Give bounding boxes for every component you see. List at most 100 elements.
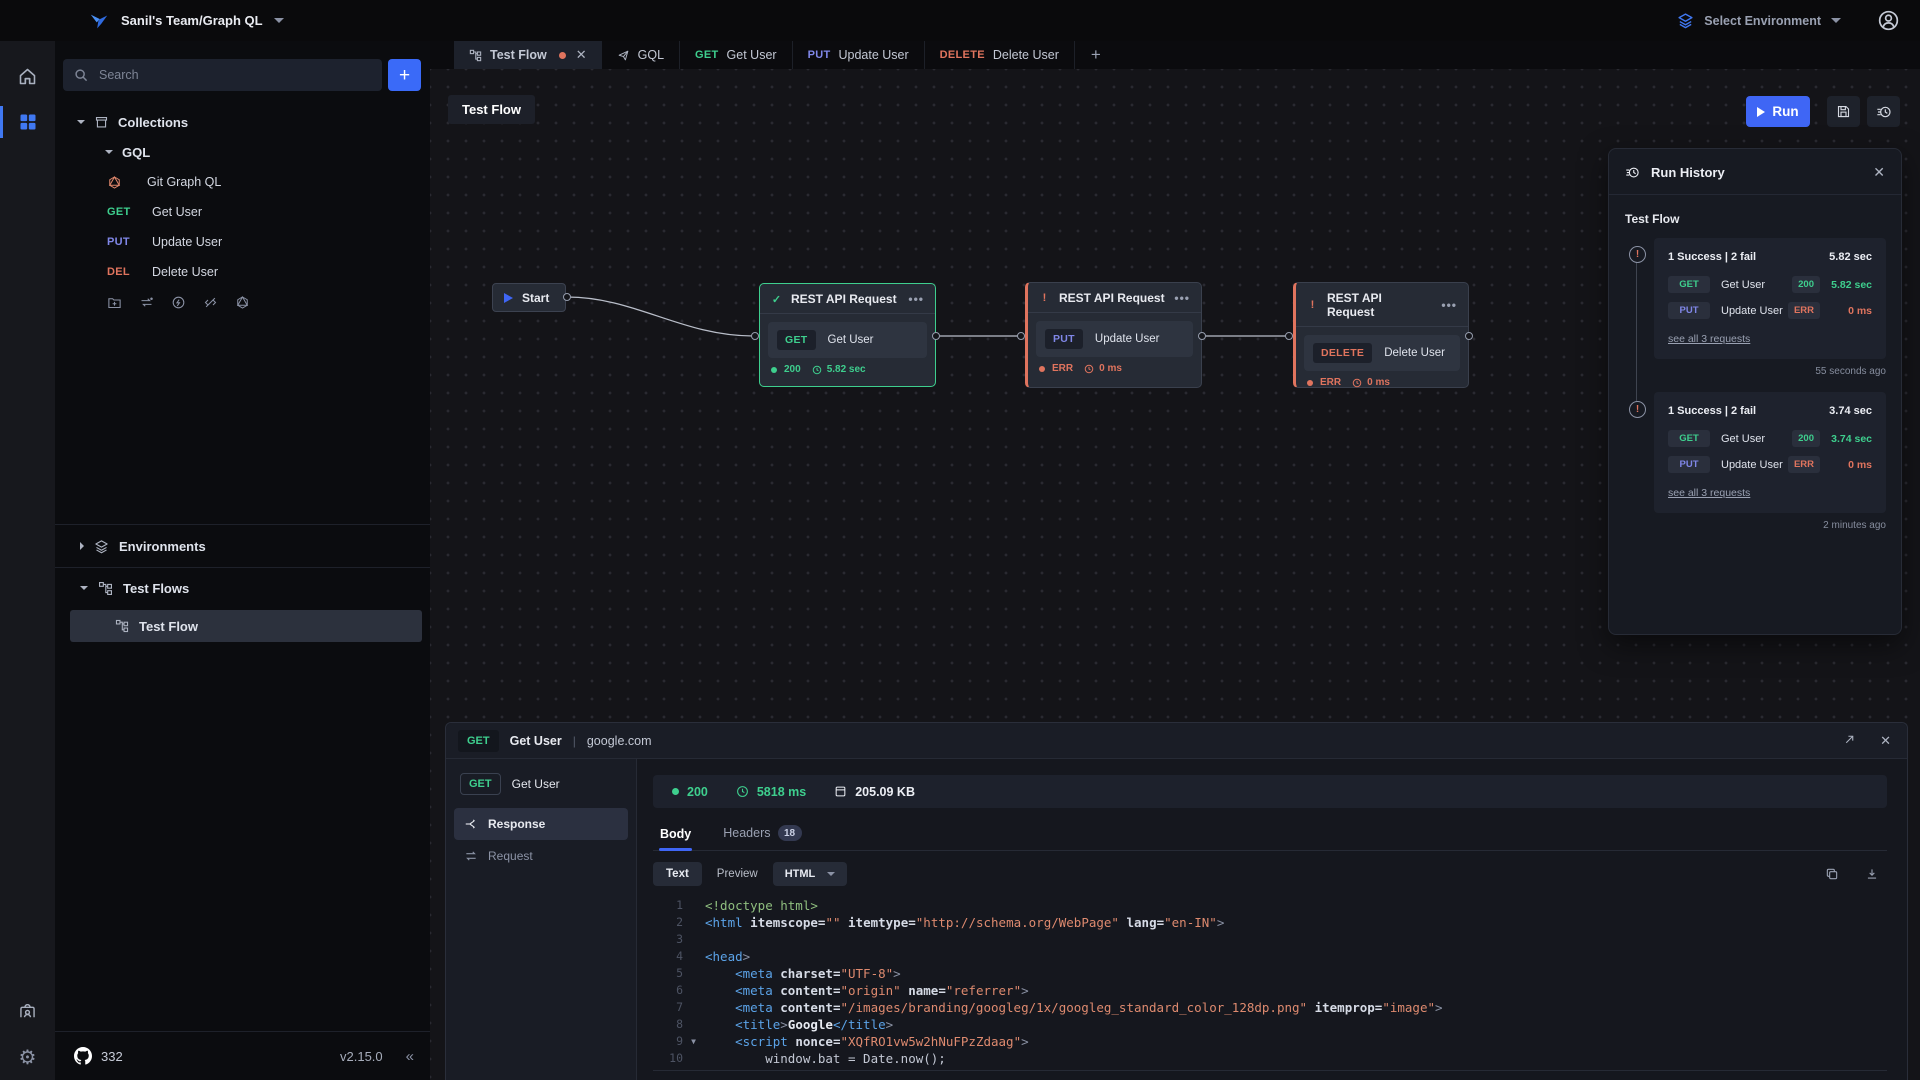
response-request-info: GET Get User [454, 771, 628, 808]
left-rail: ⚙ [0, 41, 55, 1080]
user-avatar[interactable] [1877, 9, 1900, 32]
node2-output-port[interactable] [1198, 332, 1206, 340]
github-star-count[interactable]: 332 [101, 1049, 123, 1064]
run-history-button[interactable] [1867, 96, 1900, 127]
start-output-port[interactable] [563, 293, 571, 301]
see-all-requests-link[interactable]: see all 3 requests [1668, 487, 1750, 499]
node-rest-api-request-put[interactable]: ! REST API Request ••• PUT Update User E… [1025, 282, 1202, 388]
method-badge: PUT [1668, 456, 1710, 473]
node3-output-port[interactable] [1465, 332, 1473, 340]
sidebar-item-get-user[interactable]: GET Get User [55, 197, 430, 227]
sidebar-item-delete-user[interactable]: DEL Delete User [55, 257, 430, 287]
download-icon[interactable] [1865, 867, 1879, 881]
start-node[interactable]: Start [492, 283, 566, 312]
node2-input-port[interactable] [1017, 332, 1025, 340]
line-number: 4 [653, 948, 689, 965]
new-tab-button[interactable]: + [1075, 41, 1117, 69]
sidebar-item-update-user[interactable]: PUT Update User [55, 227, 430, 257]
tab-test-flow[interactable]: Test Flow ✕ [454, 41, 602, 69]
status-dot [771, 367, 777, 373]
sidebar-section-test-flows[interactable]: Test Flows [55, 568, 430, 608]
status-badge: 200 [1792, 276, 1820, 293]
response-status-bar: 200 5818 ms [653, 775, 1887, 808]
method-badge: GET [777, 330, 816, 350]
tab-headers[interactable]: Headers 18 [722, 821, 802, 850]
node3-input-port[interactable] [1285, 332, 1293, 340]
code-off-icon[interactable] [203, 295, 218, 310]
sidebar-section-environments[interactable]: Environments [55, 525, 430, 567]
github-icon[interactable] [74, 1047, 92, 1065]
community-icon[interactable] [0, 988, 55, 1034]
format-select[interactable]: HTML [773, 862, 848, 886]
save-button[interactable] [1827, 96, 1860, 127]
close-icon[interactable]: ✕ [1873, 164, 1885, 181]
add-new-button[interactable]: + [388, 59, 421, 91]
flow-canvas[interactable]: Test Flow Run Start [430, 69, 1920, 1080]
code-fold-icon[interactable]: ▼ [691, 1033, 696, 1050]
tab-label: Delete User [993, 48, 1059, 62]
see-all-requests-link[interactable]: see all 3 requests [1668, 333, 1750, 345]
tab-get-user[interactable]: GET Get User [680, 41, 793, 69]
status-dot [672, 788, 679, 795]
format-value: HTML [785, 868, 816, 880]
tab-label: Test Flow [490, 48, 547, 62]
search-input[interactable] [63, 59, 382, 91]
response-body-code[interactable]: 1<!doctype html> 2<html itemscope="" ite… [653, 897, 1887, 1071]
settings-gear-icon[interactable]: ⚙ [0, 1034, 55, 1080]
status-badge: 200 [1792, 430, 1820, 447]
node-menu-icon[interactable]: ••• [1441, 298, 1457, 312]
new-folder-icon[interactable] [107, 295, 122, 310]
nav-item-request[interactable]: Request [454, 840, 628, 872]
history-flow-name: Test Flow [1609, 195, 1901, 238]
search-field[interactable] [97, 67, 371, 83]
environment-selector[interactable]: Select Environment [1704, 14, 1821, 28]
run-history-entry: 1 Success | 2 fail 3.74 sec GET Get User… [1654, 392, 1886, 513]
request-name: Delete User [1384, 347, 1445, 359]
copy-icon[interactable] [1825, 867, 1839, 881]
tab-body[interactable]: Body [659, 823, 692, 850]
clock-icon [1352, 378, 1362, 388]
zap-circle-icon[interactable] [171, 295, 186, 310]
node-rest-api-request-get[interactable]: ✓ REST API Request ••• GET Get User 200 … [759, 283, 936, 387]
expand-panel-icon[interactable] [1843, 733, 1856, 749]
method-badge: GET [695, 49, 719, 61]
node-title: REST API Request [791, 292, 897, 306]
request-name: Get User [510, 734, 562, 748]
nav-item-response[interactable]: Response [454, 808, 628, 840]
run-timestamp: 2 minutes ago [1609, 520, 1886, 531]
tab-gql[interactable]: GQL [602, 41, 680, 69]
node-rest-api-request-delete[interactable]: ! REST API Request ••• DELETE Delete Use… [1293, 282, 1469, 388]
workspace-switcher[interactable]: Sanil's Team/Graph QL [0, 10, 284, 32]
response-tabs: Body Headers 18 [653, 821, 1887, 851]
node1-input-port[interactable] [751, 332, 759, 340]
line-number: 8 [653, 1016, 689, 1033]
chevron-down-icon[interactable] [1831, 18, 1841, 23]
collapse-sidebar-button[interactable]: « [406, 1048, 414, 1065]
node-title: REST API Request [1059, 291, 1165, 305]
tab-update-user[interactable]: PUT Update User [793, 41, 925, 69]
app-logo-icon [88, 10, 110, 32]
sidebar-folder-gql[interactable]: GQL [55, 137, 430, 167]
graphql-schema-icon[interactable] [235, 295, 250, 310]
sidebar-item-test-flow[interactable]: Test Flow [70, 610, 422, 642]
flow-name-chip: Test Flow [448, 95, 535, 124]
close-tab-icon[interactable]: ✕ [576, 47, 587, 63]
tab-delete-user[interactable]: DELETE Delete User [925, 41, 1075, 69]
view-text-button[interactable]: Text [653, 862, 702, 886]
tab-label: Get User [727, 48, 777, 62]
request-name: Get User [828, 334, 874, 346]
collections-grid-icon[interactable] [0, 99, 55, 145]
close-panel-icon[interactable]: ✕ [1880, 733, 1891, 749]
sidebar-item-collections[interactable]: Collections [55, 107, 430, 137]
run-label: Run [1772, 104, 1798, 119]
run-button[interactable]: Run [1746, 96, 1810, 127]
node-menu-icon[interactable]: ••• [908, 292, 924, 306]
node1-output-port[interactable] [932, 332, 940, 340]
node-menu-icon[interactable]: ••• [1174, 291, 1190, 305]
home-icon[interactable] [0, 53, 55, 99]
sync-arrows-icon[interactable] [139, 295, 154, 310]
line-number: 5 [653, 965, 689, 982]
view-preview-button[interactable]: Preview [717, 868, 758, 880]
sidebar-item-git-graph-ql[interactable]: Git Graph QL [55, 167, 430, 197]
collection-toolbar [55, 287, 430, 316]
